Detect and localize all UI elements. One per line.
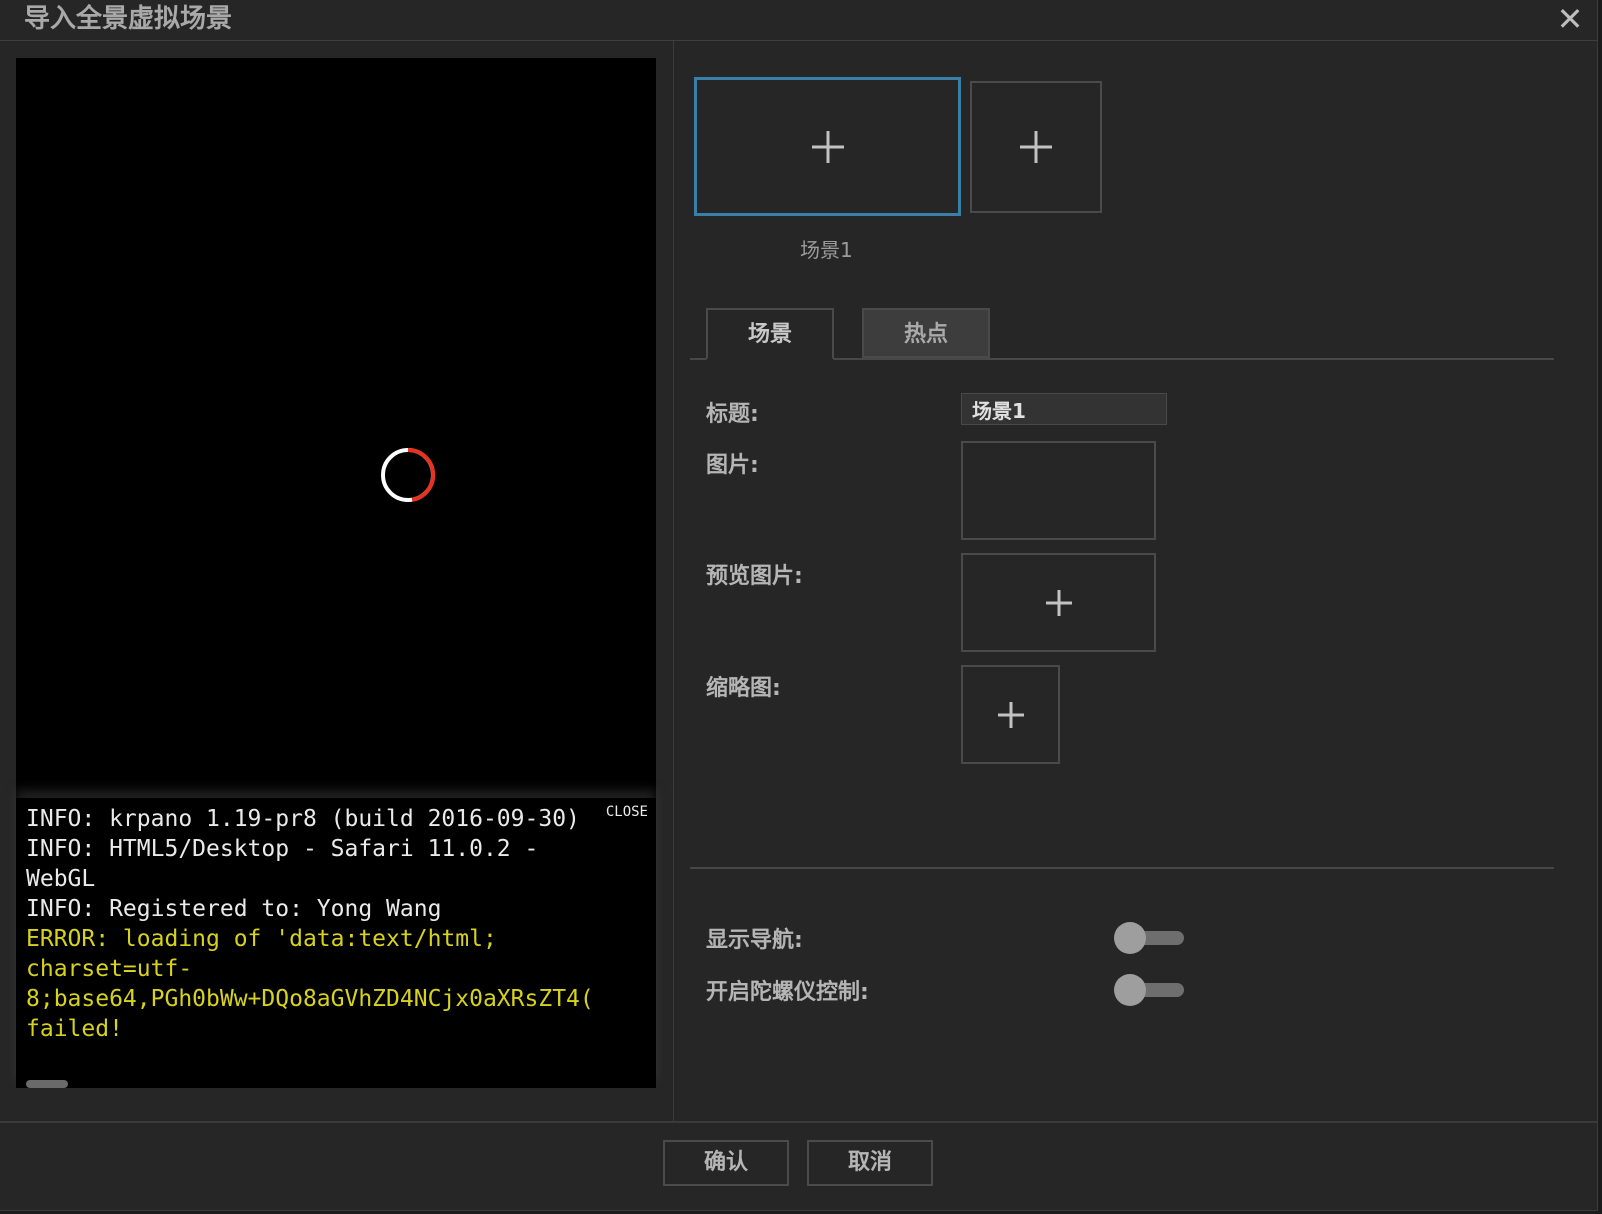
log-line: INFO: krpano 1.19-pr8 (build 2016-09-30): [26, 806, 580, 832]
tab-scene[interactable]: 场景: [706, 308, 834, 360]
log-line: ERROR: loading of 'data:text/html;: [26, 926, 497, 952]
console-close-button[interactable]: CLOSE: [606, 804, 648, 820]
add-scene-button[interactable]: [970, 81, 1102, 213]
gyroscope-control-label: 开启陀螺仪控制:: [706, 980, 869, 1005]
log-line: failed!: [26, 1016, 123, 1042]
log-line: INFO: Registered to: Yong Wang: [26, 896, 442, 922]
log-line: 8;base64,PGh0bWw+DQo8aGVhZD4NCjx0aXRsZT4…: [26, 986, 594, 1012]
preview-image-add-button[interactable]: [961, 553, 1156, 652]
show-navigation-label: 显示导航:: [706, 928, 803, 953]
cancel-button[interactable]: 取消: [807, 1140, 933, 1186]
import-panorama-dialog: 导入全景虚拟场景 ✕ INFO: krpano 1.19-pr8 (build …: [0, 0, 1598, 1211]
gyroscope-control-toggle[interactable]: [1114, 974, 1186, 1006]
title-label: 标题:: [706, 402, 759, 427]
title-input[interactable]: [961, 393, 1167, 425]
panorama-viewer[interactable]: INFO: krpano 1.19-pr8 (build 2016-09-30)…: [16, 58, 656, 1088]
log-line: INFO: HTML5/Desktop - Safari 11.0.2 -: [26, 836, 539, 862]
preview-image-label: 预览图片:: [706, 564, 803, 589]
toggle-knob: [1114, 974, 1146, 1006]
thumbnail-add-button[interactable]: [961, 665, 1060, 764]
vertical-divider: [673, 41, 674, 1121]
close-icon[interactable]: ✕: [1553, 2, 1587, 36]
section-divider: [690, 867, 1554, 869]
tab-hotspot[interactable]: 热点: [862, 308, 990, 358]
dialog-titlebar: 导入全景虚拟场景 ✕: [0, 0, 1597, 41]
dialog-title: 导入全景虚拟场景: [24, 4, 233, 34]
log-line: WebGL: [26, 866, 96, 892]
toggle-knob: [1114, 922, 1146, 954]
log-lines: INFO: krpano 1.19-pr8 (build 2016-09-30)…: [16, 804, 594, 1044]
plus-icon: [997, 701, 1024, 728]
plus-icon: [811, 130, 844, 163]
plus-icon: [1020, 131, 1052, 163]
image-box[interactable]: [961, 441, 1156, 540]
thumbnail-label: 缩略图:: [706, 676, 781, 701]
scene-thumbnail-add-button[interactable]: [694, 77, 961, 216]
horizontal-scrollbar[interactable]: [26, 1080, 68, 1088]
show-navigation-toggle[interactable]: [1114, 922, 1186, 954]
loading-spinner-icon: [381, 447, 436, 502]
image-label: 图片:: [706, 453, 759, 478]
krpano-log-console[interactable]: INFO: krpano 1.19-pr8 (build 2016-09-30)…: [16, 798, 656, 1088]
confirm-button[interactable]: 确认: [663, 1140, 789, 1186]
scene-caption: 场景1: [800, 238, 853, 262]
log-line: charset=utf-: [26, 956, 193, 982]
plus-icon: [1045, 589, 1072, 616]
footer-divider: [0, 1121, 1597, 1123]
